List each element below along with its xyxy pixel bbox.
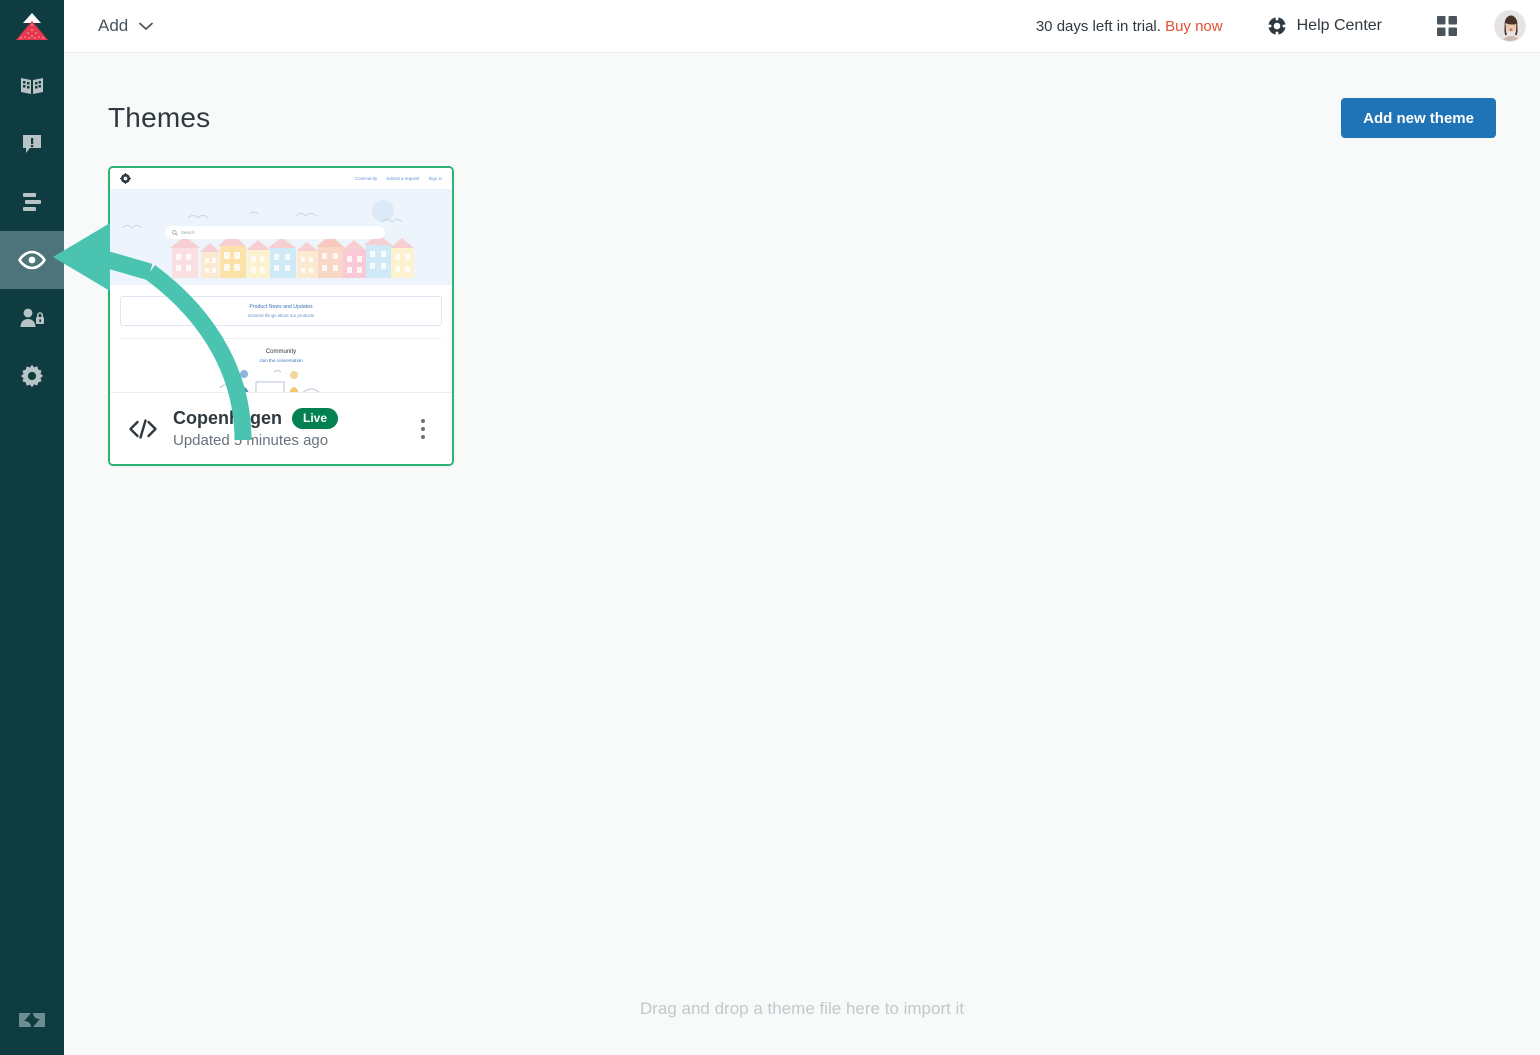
zendesk-logo[interactable] xyxy=(0,985,64,1055)
theme-updated-text: Updated 5 minutes ago xyxy=(173,432,329,449)
kebab-dot xyxy=(421,426,425,431)
kebab-dot xyxy=(421,418,425,423)
guide-logo[interactable] xyxy=(0,0,64,54)
main-area: Add 30 days left in trial. Buy now Help … xyxy=(64,0,1540,1055)
lifebuoy-icon xyxy=(1267,16,1287,36)
theme-dropzone-text: Drag and drop a theme file here to impor… xyxy=(639,999,965,1018)
theme-title-row: Copenhagen Live xyxy=(173,408,339,429)
preview-brand-logo-icon xyxy=(120,173,131,184)
trial-notice: 30 days left in trial. Buy now xyxy=(1036,18,1223,35)
zendesk-logo-icon xyxy=(19,1013,45,1027)
search-icon xyxy=(172,229,178,236)
preview-nav-links: Community Submit a request Sign in xyxy=(355,176,442,181)
kebab-menu-icon[interactable] xyxy=(410,414,436,444)
status-badge: Live xyxy=(292,408,339,429)
add-dropdown[interactable]: Add xyxy=(88,10,163,42)
top-bar-right: 30 days left in trial. Buy now Help Cent… xyxy=(1036,9,1526,43)
user-lock-icon xyxy=(20,308,44,327)
preview-people-illustration xyxy=(219,370,320,392)
sidebar-item-arrange-articles[interactable] xyxy=(0,173,64,231)
preview-nav-link: Submit a request xyxy=(386,176,420,181)
add-dropdown-label: Add xyxy=(98,16,129,35)
avatar-photo xyxy=(1495,11,1525,41)
preview-promo-box: Product News and Updates General things … xyxy=(120,296,442,326)
app-root: Add 30 days left in trial. Buy now Help … xyxy=(0,0,1540,1055)
preview-search-box: Search xyxy=(165,226,385,239)
add-new-theme-button[interactable]: Add new theme xyxy=(1341,98,1496,138)
sidebar-item-customize-design[interactable] xyxy=(0,231,64,289)
help-center-label: Help Center xyxy=(1296,17,1382,34)
page-header: Themes Add new theme xyxy=(108,53,1496,138)
preview-nav-link: Sign in xyxy=(428,176,442,181)
chevron-down-icon xyxy=(139,22,154,30)
sidebar-item-settings[interactable] xyxy=(0,347,64,405)
preview-promo-subtitle: General things about our products xyxy=(247,313,315,318)
page-title: Themes xyxy=(108,102,211,133)
preview-community-subtitle: Join the conversation xyxy=(259,358,303,363)
sidebar-item-announcements[interactable] xyxy=(0,115,64,173)
kebab-dot xyxy=(421,434,425,439)
gear-icon xyxy=(20,364,44,388)
sidebar-item-knowledge-base[interactable] xyxy=(0,57,64,115)
themes-grid: Community Submit a request Sign in Searc… xyxy=(108,166,1496,466)
left-sidebar xyxy=(0,0,64,1055)
book-icon xyxy=(21,78,43,94)
preview-nav-link: Community xyxy=(355,176,378,181)
preview-community-title: Community xyxy=(265,349,297,355)
theme-name: Copenhagen xyxy=(173,408,283,428)
theme-card-footer: Copenhagen Live Updated 5 minutes ago xyxy=(110,392,452,464)
preview-community-section: Community Join the conversation xyxy=(110,339,452,392)
sidebar-item-user-permissions[interactable] xyxy=(0,289,64,347)
preview-promo-band: Product News and Updates General things … xyxy=(110,285,452,326)
preview-top-nav: Community Submit a request Sign in xyxy=(110,168,452,190)
grid-icon xyxy=(1437,16,1457,36)
theme-card-copenhagen[interactable]: Community Submit a request Sign in Searc… xyxy=(108,166,454,466)
announcement-icon xyxy=(23,135,41,153)
arrange-articles-icon xyxy=(23,193,41,211)
user-avatar[interactable] xyxy=(1494,10,1526,42)
sidebar-items xyxy=(0,57,64,405)
theme-meta: Copenhagen Live Updated 5 minutes ago xyxy=(173,408,339,449)
buy-now-link[interactable]: Buy now xyxy=(1165,18,1223,35)
preview-promo-title: Product News and Updates xyxy=(249,304,313,310)
preview-search-placeholder: Search xyxy=(181,230,195,235)
code-icon[interactable] xyxy=(128,417,158,441)
trial-text: 30 days left in trial. xyxy=(1035,17,1161,35)
content-area: Themes Add new theme Community Submit a … xyxy=(64,53,1540,1055)
top-bar: Add 30 days left in trial. Buy now Help … xyxy=(64,0,1540,53)
preview-hero: Search xyxy=(110,190,452,285)
products-button[interactable] xyxy=(1430,9,1464,43)
theme-preview-thumbnail[interactable]: Community Submit a request Sign in Searc… xyxy=(110,168,452,392)
eye-icon xyxy=(18,250,46,270)
help-center-button[interactable]: Help Center xyxy=(1267,16,1382,36)
